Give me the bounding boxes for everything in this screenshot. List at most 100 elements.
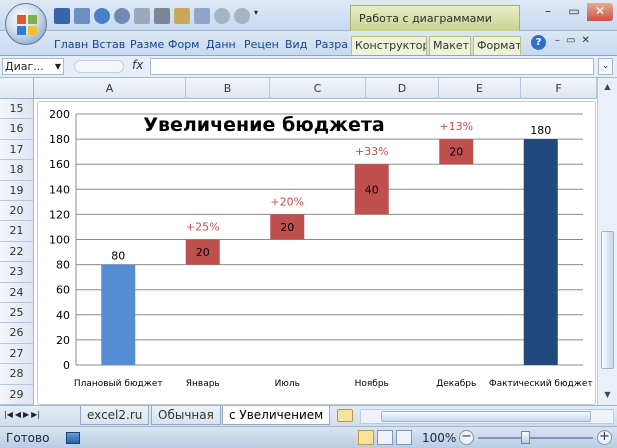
- workbook-close-button[interactable]: ✕: [581, 35, 589, 46]
- customize-qat-icon[interactable]: ▾: [254, 8, 262, 24]
- zoom-out-button[interactable]: −: [459, 430, 474, 445]
- row-header-28[interactable]: 28: [0, 364, 34, 385]
- office-button[interactable]: [5, 3, 47, 45]
- y-tick-label: 40: [56, 309, 70, 322]
- tab-review[interactable]: Рецен: [244, 36, 280, 55]
- formula-bar: Диаг... ▼ fx ⌄: [0, 56, 617, 78]
- chevron-down-icon[interactable]: ▼: [55, 59, 61, 74]
- preview-icon[interactable]: [194, 8, 210, 24]
- save-icon[interactable]: [54, 8, 70, 24]
- bar[interactable]: [101, 264, 136, 365]
- row-header-21[interactable]: 21: [0, 221, 34, 242]
- title-bar: ▾ Работа с диаграммами – ▭ ✕: [0, 0, 617, 31]
- plot-area[interactable]: 80 20 +25% 20 +20% 40 +33% 20 +13% 180: [101, 120, 558, 365]
- formula-bar-splitter[interactable]: [74, 60, 124, 73]
- select-all-corner[interactable]: [0, 78, 34, 99]
- ribbon-tabs: Главн Встав Разме Форм Данн Рецен Вид Ра…: [0, 31, 617, 56]
- row-header-15[interactable]: 15: [0, 99, 34, 120]
- tab-data[interactable]: Данн: [206, 36, 239, 55]
- prev-sheet-icon[interactable]: ◀: [15, 410, 21, 419]
- forward-icon[interactable]: [234, 8, 250, 24]
- close-button[interactable]: ✕: [587, 3, 613, 21]
- insert-sheet-icon[interactable]: [337, 409, 353, 422]
- redo-icon[interactable]: [114, 8, 130, 24]
- sheet-tab-increase[interactable]: с Увеличением: [222, 406, 331, 425]
- chart-title[interactable]: Увеличение бюджета: [143, 114, 384, 136]
- tab-home[interactable]: Главн: [54, 36, 88, 55]
- print-preview-icon[interactable]: [74, 8, 90, 24]
- name-box-value: Диаг...: [5, 60, 44, 73]
- vertical-scrollbar[interactable]: ▲ ▼: [597, 78, 617, 405]
- tab-insert[interactable]: Встав: [92, 36, 126, 55]
- zoom-in-button[interactable]: +: [597, 430, 612, 445]
- column-header-b[interactable]: B: [186, 78, 270, 99]
- undo-icon[interactable]: [94, 8, 110, 24]
- help-icon[interactable]: ?: [531, 35, 546, 50]
- tab-design[interactable]: Конструктор: [351, 36, 427, 55]
- printer-icon[interactable]: [154, 8, 170, 24]
- name-box[interactable]: Диаг... ▼: [2, 58, 64, 75]
- tab-page-layout[interactable]: Разме: [130, 36, 164, 55]
- zoom-slider-track[interactable]: [478, 437, 593, 439]
- tab-layout[interactable]: Макет: [429, 36, 471, 55]
- chart-area[interactable]: 0 20 40 60 80 100 120 140 160 180 200 80 20 +25% 20 +2…: [37, 101, 596, 405]
- expand-formula-bar-icon[interactable]: ⌄: [598, 58, 613, 75]
- row-header-29[interactable]: 29: [0, 384, 34, 405]
- row-header-27[interactable]: 27: [0, 343, 34, 365]
- column-header-a[interactable]: A: [34, 78, 186, 99]
- macro-record-icon[interactable]: [66, 432, 80, 444]
- tab-formulas[interactable]: Форм: [168, 36, 200, 55]
- first-sheet-icon[interactable]: |◀: [4, 410, 13, 419]
- row-header-25[interactable]: 25: [0, 303, 34, 324]
- sheet-tab-excel2[interactable]: excel2.ru: [80, 406, 150, 425]
- back-icon[interactable]: [214, 8, 230, 24]
- last-sheet-icon[interactable]: ▶|: [31, 410, 40, 419]
- workbook-minimize-button[interactable]: –: [555, 35, 560, 46]
- row-header-16[interactable]: 16: [0, 119, 34, 140]
- column-header-f[interactable]: F: [521, 78, 597, 99]
- tab-format[interactable]: Формат: [473, 36, 521, 55]
- category-label: Плановый бюджет: [74, 379, 163, 389]
- zoom-level[interactable]: 100%: [422, 431, 456, 445]
- row-header-20[interactable]: 20: [0, 201, 34, 222]
- paste-icon[interactable]: [174, 8, 190, 24]
- row-header-23[interactable]: 23: [0, 262, 34, 283]
- row-header-26[interactable]: 26: [0, 323, 34, 344]
- insert-function-icon[interactable]: fx: [132, 58, 143, 72]
- y-tick-label: 160: [49, 158, 70, 171]
- data-label: 80: [111, 250, 125, 263]
- quick-access-toolbar: ▾: [54, 7, 262, 25]
- y-axis: 0 20 40 60 80 100 120 140 160 180 200: [49, 108, 77, 372]
- horizontal-scroll-thumb[interactable]: [381, 411, 591, 422]
- tab-view[interactable]: Вид: [285, 36, 310, 55]
- sheet-tab-normal[interactable]: Обычная: [151, 406, 221, 425]
- workbook-restore-button[interactable]: ▭: [566, 35, 575, 46]
- chart-svg: 0 20 40 60 80 100 120 140 160 180 200 80 20 +25% 20 +2…: [49, 108, 593, 389]
- percent-label: +25%: [186, 221, 220, 234]
- scroll-up-icon[interactable]: ▲: [601, 80, 614, 94]
- formula-input[interactable]: [150, 58, 594, 75]
- next-sheet-icon[interactable]: ▶: [23, 410, 29, 419]
- scroll-down-icon[interactable]: ▼: [601, 388, 614, 402]
- maximize-button[interactable]: ▭: [561, 3, 587, 21]
- row-header-22[interactable]: 22: [0, 241, 34, 263]
- column-header-d[interactable]: D: [366, 78, 439, 99]
- page-break-view-button[interactable]: [396, 430, 412, 445]
- vertical-scroll-thumb[interactable]: [601, 231, 614, 369]
- bar[interactable]: [523, 139, 558, 365]
- column-header-c[interactable]: C: [270, 78, 366, 99]
- row-header-19[interactable]: 19: [0, 180, 34, 201]
- tab-developer[interactable]: Разра: [315, 36, 348, 55]
- zoom-slider-knob[interactable]: [521, 431, 530, 444]
- data-label: 180: [530, 124, 551, 137]
- row-header-24[interactable]: 24: [0, 282, 34, 303]
- view-buttons: [358, 430, 412, 445]
- column-header-e[interactable]: E: [439, 78, 521, 99]
- minimize-button[interactable]: –: [535, 3, 561, 21]
- normal-view-button[interactable]: [358, 430, 374, 445]
- horizontal-scrollbar[interactable]: [360, 409, 614, 424]
- row-header-18[interactable]: 18: [0, 160, 34, 181]
- page-layout-view-button[interactable]: [377, 430, 393, 445]
- format-painter-icon[interactable]: [134, 8, 150, 24]
- row-header-17[interactable]: 17: [0, 139, 34, 161]
